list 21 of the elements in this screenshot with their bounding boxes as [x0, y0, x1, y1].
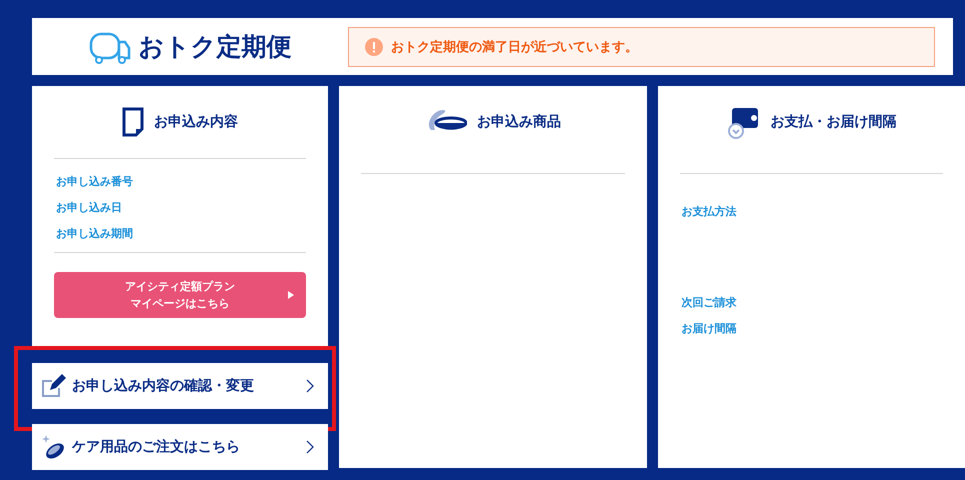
edit-pencil-icon [40, 374, 66, 398]
field-label: 次回ご請求 [680, 295, 738, 311]
document-icon [122, 107, 144, 137]
logo-text: おトク定期便 [138, 31, 292, 63]
panel-title: お申込み内容 [154, 113, 238, 131]
menu-link[interactable]: お申し込み内容の確認・変更 [32, 363, 328, 409]
field-label: お支払方法 [680, 204, 738, 220]
chevron-icon [306, 440, 314, 454]
field-label: お申し込み期間 [55, 226, 134, 242]
alert-text: おトク定期便の満了日が近づいています。 [391, 38, 638, 56]
field-label: お届け間隔 [680, 321, 738, 337]
triangle-icon [288, 291, 294, 299]
chevron-icon [306, 379, 314, 393]
exclamation-icon [365, 38, 383, 56]
menu-link[interactable]: ケア用品のご注文はこちら [32, 424, 328, 470]
field-label: お申し込み日 [55, 200, 123, 216]
field-label: お申し込み番号 [55, 174, 134, 190]
panel-title: お支払・お届け間隔 [770, 113, 896, 131]
my-page-button[interactable]: アイシティ定額プラン マイページはこちら [54, 272, 306, 318]
panel-title: お申込み商品 [476, 113, 561, 131]
contact-lens-sparkle-icon [40, 434, 66, 460]
